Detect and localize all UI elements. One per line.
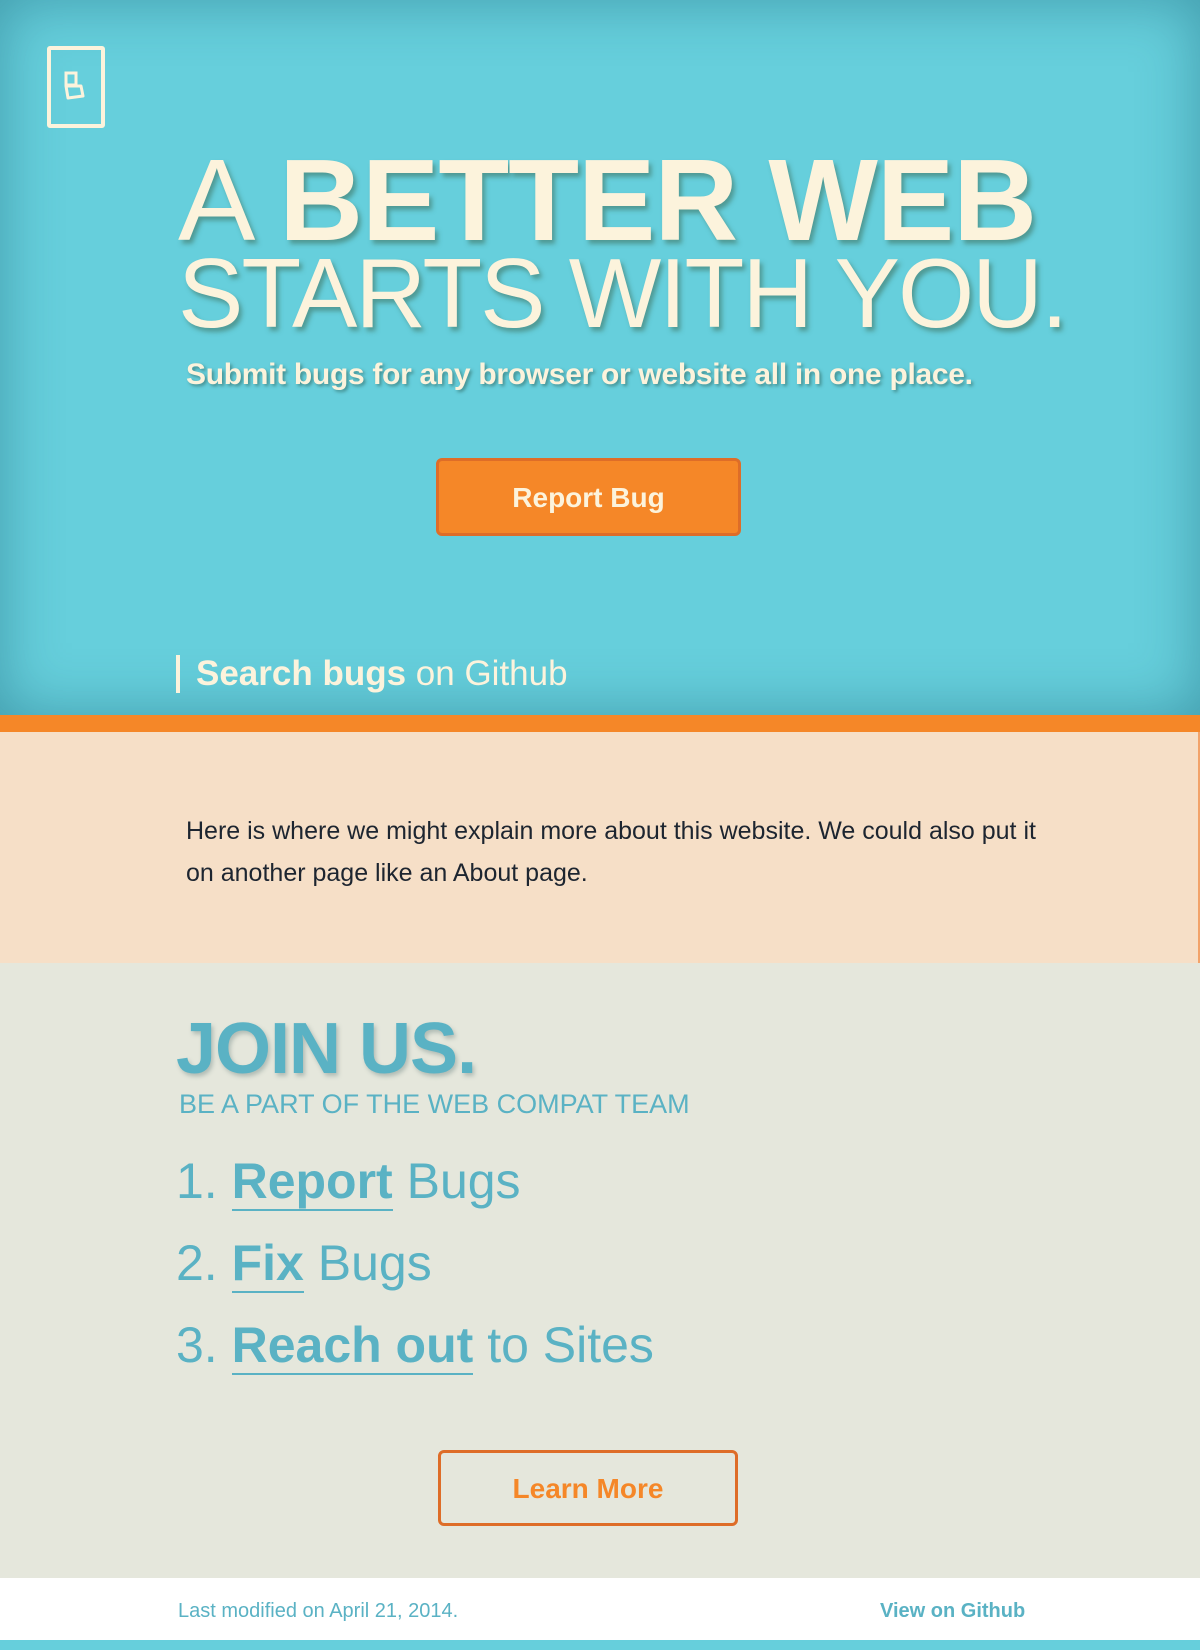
about-text: Here is where we might explain more abou… <box>186 817 1036 887</box>
footer: Last modified on April 21, 2014. View on… <box>0 1578 1200 1640</box>
fix-link[interactable]: Fix <box>231 1235 304 1293</box>
last-modified-text: Last modified on April 21, 2014. <box>178 1600 459 1622</box>
compat-logo-icon[interactable] <box>47 46 105 128</box>
step-text: to Sites <box>473 1317 654 1373</box>
step-number: 1. <box>176 1153 232 1209</box>
view-on-github-link[interactable]: View on Github <box>880 1600 1025 1623</box>
step-reach-out: 3. Reach out to Sites <box>176 1315 654 1397</box>
search-bugs-bold: Search bugs <box>196 654 407 693</box>
step-fix-bugs: 2. Fix Bugs <box>176 1233 654 1315</box>
search-bugs-light: on Github <box>406 654 568 693</box>
step-number: 3. <box>176 1317 232 1373</box>
join-section: JOIN US. BE A PART OF THE WEB COMPAT TEA… <box>0 963 1200 1578</box>
orange-divider <box>0 715 1200 732</box>
learn-more-button[interactable]: Learn More <box>438 1450 738 1526</box>
join-subtitle: BE A PART OF THE WEB COMPAT TEAM <box>179 1089 690 1119</box>
bottom-strip <box>0 1640 1200 1650</box>
hero-section: A BETTER WEB STARTS WITH YOU. Submit bug… <box>0 0 1200 715</box>
hero-tagline: Submit bugs for any browser or website a… <box>186 358 973 391</box>
join-title: JOIN US. <box>176 1009 477 1089</box>
step-number: 2. <box>176 1235 232 1291</box>
step-text: Bugs <box>303 1235 432 1291</box>
steps-list: 1. Report Bugs 2. Fix Bugs 3. Reach out … <box>176 1151 654 1397</box>
reach-out-link[interactable]: Reach out <box>231 1317 474 1375</box>
step-report-bugs: 1. Report Bugs <box>176 1151 654 1233</box>
report-bug-button[interactable]: Report Bug <box>436 458 741 536</box>
search-bugs-link[interactable]: Search bugs on Github <box>176 655 568 693</box>
report-link[interactable]: Report <box>231 1153 393 1211</box>
about-section: Here is where we might explain more abou… <box>0 732 1200 963</box>
hero-headline-line2: STARTS WITH YOU. <box>178 238 1068 348</box>
step-text: Bugs <box>392 1153 521 1209</box>
